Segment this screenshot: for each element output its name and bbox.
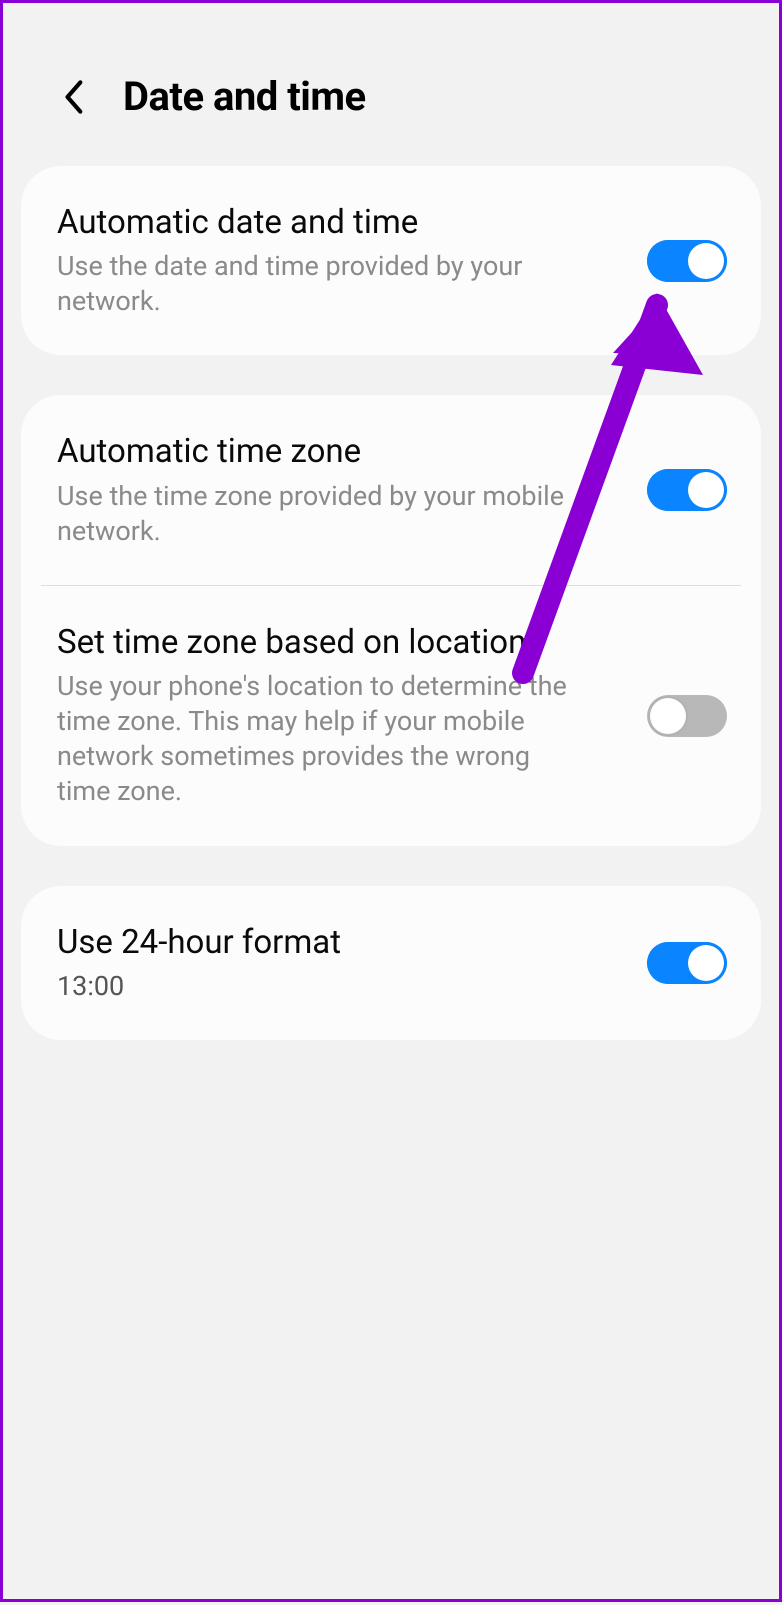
row-text: Set time zone based on location Use your… [57, 622, 627, 810]
row-location-timezone[interactable]: Set time zone based on location Use your… [21, 586, 761, 846]
toggle-knob [688, 243, 724, 279]
toggle-auto-timezone[interactable] [647, 469, 727, 511]
page-title: Date and time [123, 73, 366, 120]
toggle-knob [688, 472, 724, 508]
card-24h: Use 24-hour format 13:00 [21, 886, 761, 1040]
setting-subtitle: Use the time zone provided by your mobil… [57, 479, 577, 549]
setting-subtitle: Use the date and time provided by your n… [57, 249, 577, 319]
setting-title: Use 24-hour format [57, 922, 627, 963]
setting-subtitle: Use your phone's location to determine t… [57, 669, 577, 809]
row-auto-datetime[interactable]: Automatic date and time Use the date and… [21, 166, 761, 355]
back-button[interactable] [53, 77, 93, 117]
setting-title: Set time zone based on location [57, 622, 627, 663]
toggle-auto-datetime[interactable] [647, 240, 727, 282]
toggle-knob [650, 698, 686, 734]
toggle-24h[interactable] [647, 942, 727, 984]
row-auto-timezone[interactable]: Automatic time zone Use the time zone pr… [21, 395, 761, 584]
row-text: Use 24-hour format 13:00 [57, 922, 627, 1004]
chevron-left-icon [62, 78, 84, 116]
row-text: Automatic time zone Use the time zone pr… [57, 431, 627, 548]
toggle-location-timezone[interactable] [647, 695, 727, 737]
toggle-knob [688, 945, 724, 981]
setting-title: Automatic date and time [57, 202, 627, 243]
row-text: Automatic date and time Use the date and… [57, 202, 627, 319]
header: Date and time [3, 3, 779, 160]
card-timezone: Automatic time zone Use the time zone pr… [21, 395, 761, 845]
row-24h[interactable]: Use 24-hour format 13:00 [21, 886, 761, 1040]
card-auto-datetime: Automatic date and time Use the date and… [21, 166, 761, 355]
setting-title: Automatic time zone [57, 431, 627, 472]
setting-subtitle: 13:00 [57, 969, 577, 1004]
